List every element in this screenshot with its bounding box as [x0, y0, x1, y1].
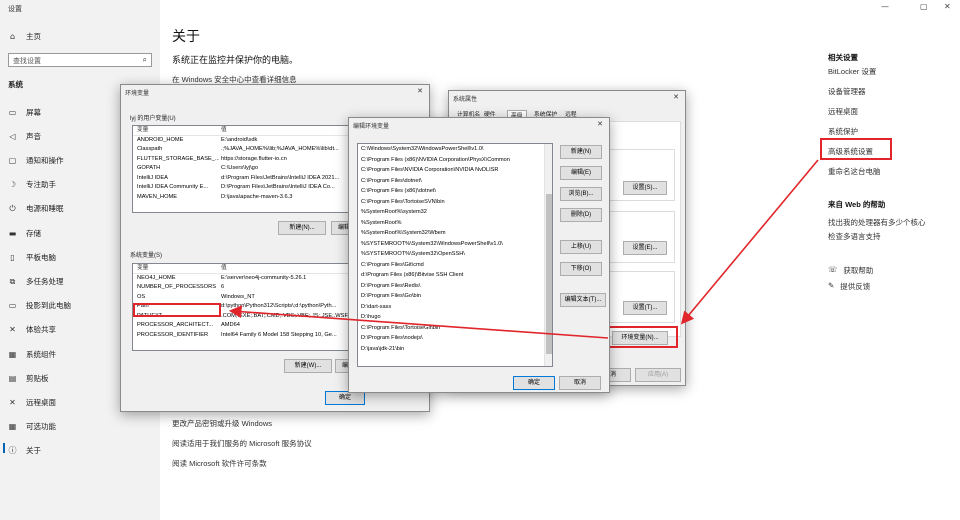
arrow-to-path-row	[228, 305, 609, 339]
arrow-to-env-button	[680, 159, 819, 325]
annotation-arrows	[228, 159, 819, 339]
